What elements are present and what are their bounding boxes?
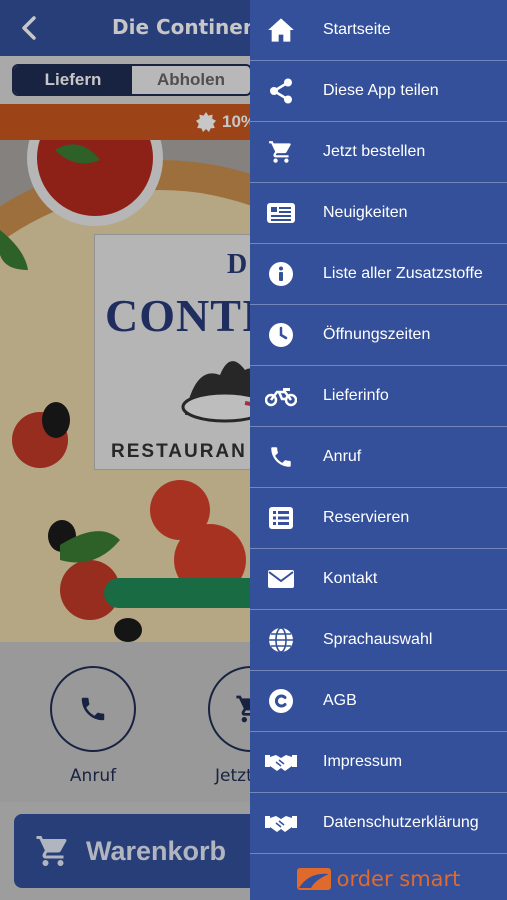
menu-item-label: Kontakt [323,570,378,587]
menu-item-language[interactable]: Sprachauswahl [250,610,507,671]
menu-item-additives[interactable]: Liste aller Zusatzstoffe [250,244,507,305]
order-smart-logo-icon [296,867,331,890]
menu-item-share-app[interactable]: Diese App teilen [250,61,507,122]
menu-item-call[interactable]: Anruf [250,427,507,488]
handshake-icon [265,747,297,777]
clock-icon [265,320,297,350]
menu-item-label: Sprachauswahl [323,631,433,648]
menu-item-label: Lieferinfo [323,387,389,404]
info-icon [265,259,297,289]
menu-item-label: AGB [323,692,357,709]
menu-item-delivery-info[interactable]: Lieferinfo [250,366,507,427]
handshake-icon [265,808,297,838]
navigation-drawer: Startseite Diese App teilen Jetzt bestel… [250,0,507,900]
menu-item-label: Diese App teilen [323,82,439,99]
brand-footer: order smart [250,857,507,900]
menu-item-label: Reservieren [323,509,410,526]
menu-item-startseite[interactable]: Startseite [250,0,507,61]
menu-item-agb[interactable]: AGB [250,671,507,732]
envelope-icon [265,564,297,594]
menu-item-reserve[interactable]: Reservieren [250,488,507,549]
menu-item-label: Startseite [323,21,391,38]
menu-item-label: Impressum [323,753,403,770]
menu-item-label: Datenschutzerklärung [323,814,479,831]
share-icon [265,76,297,106]
newspaper-icon [265,198,297,228]
menu-item-privacy[interactable]: Datenschutzerklärung [250,793,507,854]
brand-name: order smart [336,866,461,891]
motorcycle-icon [265,381,297,411]
menu-item-label: Öffnungszeiten [323,326,431,343]
cart-icon [265,137,297,167]
menu-item-label: Anruf [323,448,362,465]
menu-item-label: Liste aller Zusatzstoffe [323,265,483,282]
globe-icon [265,625,297,655]
menu-item-opening-hours[interactable]: Öffnungszeiten [250,305,507,366]
copyright-icon [265,686,297,716]
menu-item-label: Neuigkeiten [323,204,408,221]
menu-item-label: Jetzt bestellen [323,143,426,160]
menu-item-order-now[interactable]: Jetzt bestellen [250,122,507,183]
menu-item-contact[interactable]: Kontakt [250,549,507,610]
home-icon [265,15,297,45]
phone-icon [265,442,297,472]
list-icon [265,503,297,533]
menu-item-impressum[interactable]: Impressum [250,732,507,793]
menu-item-news[interactable]: Neuigkeiten [250,183,507,244]
